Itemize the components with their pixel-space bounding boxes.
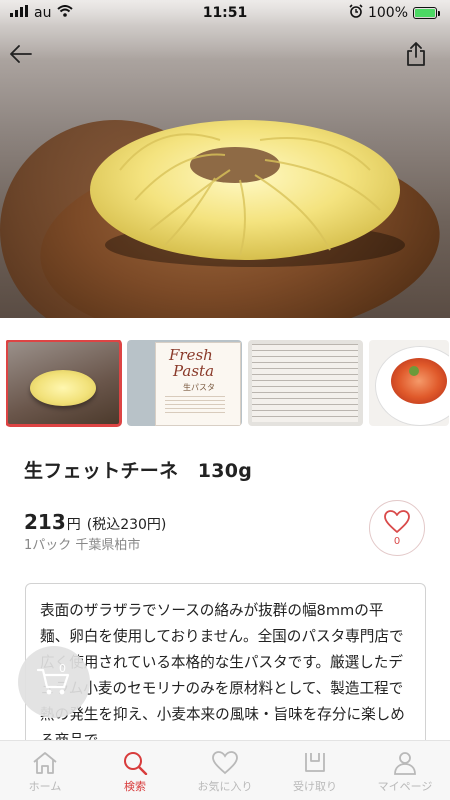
- battery-percent: 100%: [367, 5, 408, 21]
- product-title: 生フェットチーネ 130g: [24, 460, 253, 482]
- thumbnail-3[interactable]: [248, 340, 363, 426]
- price-value: 213: [24, 510, 66, 534]
- alarm-icon: [349, 4, 363, 22]
- product-main-image[interactable]: [0, 0, 450, 318]
- signal-icon: [10, 5, 28, 21]
- nav-label: ホーム: [28, 780, 62, 793]
- package-brand-line2: Pasta: [173, 362, 215, 380]
- cart-count: 0: [59, 662, 66, 675]
- product-detail-screen: au 11:51 100% Fresh Pasta 生パスタ 生フェットチーネ …: [0, 0, 450, 800]
- image-thumbnail-strip: Fresh Pasta 生パスタ: [6, 340, 450, 430]
- status-bar: au 11:51 100%: [0, 0, 450, 26]
- favorite-button[interactable]: 0: [369, 500, 425, 556]
- nav-label: 受け取り: [293, 780, 337, 793]
- nav-label: 検索: [124, 780, 146, 793]
- price-row: 213 円 (税込230円): [24, 510, 166, 534]
- share-icon: [407, 42, 425, 66]
- favorite-count: 0: [393, 535, 401, 547]
- pasta-nest-image: [90, 120, 405, 267]
- carrier-name: au: [34, 5, 52, 21]
- cart-button[interactable]: 0: [18, 646, 90, 718]
- search-icon: [124, 752, 148, 775]
- package-brand-sub: 生パスタ: [183, 383, 215, 392]
- person-icon: [394, 752, 416, 775]
- thumbnail-1[interactable]: [6, 340, 122, 427]
- heart-icon: [212, 751, 238, 775]
- bottom-navigation: ホーム 検索 お気に入り 受け取り マイページ: [0, 740, 450, 800]
- wifi-icon: [57, 5, 74, 21]
- heart-icon: [384, 509, 410, 533]
- price-tax-included: (税込230円): [86, 517, 167, 533]
- thumbnail-4[interactable]: [369, 340, 449, 426]
- thumbnail-2[interactable]: Fresh Pasta 生パスタ: [127, 340, 242, 426]
- nav-label: お気に入り: [197, 780, 253, 793]
- pickup-icon: [305, 753, 325, 772]
- nav-label: マイページ: [377, 780, 433, 793]
- nav-item-search[interactable]: 検索: [90, 741, 180, 800]
- share-button[interactable]: [398, 36, 434, 72]
- battery-icon: [413, 7, 440, 19]
- nav-item-pickup[interactable]: 受け取り: [270, 741, 360, 800]
- nav-item-home[interactable]: ホーム: [0, 741, 90, 800]
- product-meta: 1パック 千葉県柏市: [24, 538, 141, 553]
- nav-item-mypage[interactable]: マイページ: [360, 741, 450, 800]
- home-icon: [33, 752, 57, 774]
- arrow-left-icon: [10, 45, 32, 63]
- back-button[interactable]: [3, 36, 39, 72]
- description-text: 表面のザラザラでソースの絡みが抜群の幅8mmの平麺、卵白を使用しておりません。全…: [40, 602, 405, 749]
- nav-item-favorites[interactable]: お気に入り: [180, 741, 270, 800]
- price-unit: 円: [66, 517, 81, 533]
